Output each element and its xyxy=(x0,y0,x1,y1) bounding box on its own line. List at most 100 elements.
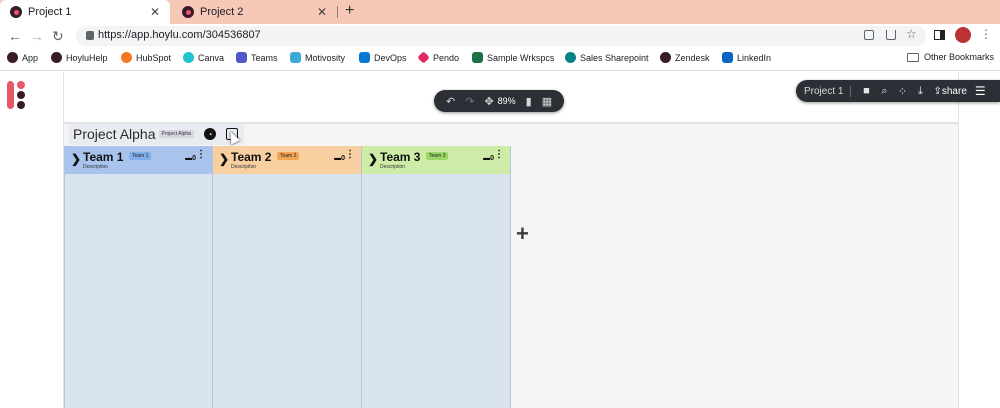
column-team-3[interactable]: ❯ Team 3 Team 3 Description ▬0 ⋮ xyxy=(362,146,511,408)
download-icon[interactable]: ⤓ xyxy=(911,85,929,98)
board-title[interactable]: Project Alpha xyxy=(73,126,156,142)
share-page-icon[interactable] xyxy=(886,30,896,40)
undo-icon[interactable]: ↶ xyxy=(446,95,455,108)
column-title[interactable]: Team 3 xyxy=(380,150,420,164)
bookmark-pendo[interactable]: Pendo xyxy=(417,51,459,64)
column-title[interactable]: Team 1 xyxy=(83,150,123,164)
column-tag: Team 1 xyxy=(129,152,152,160)
workspace-canvas[interactable]: ↶ ↷ ✥ 89% ▮ ▦ Project 1 ■ ⌕ ⁘ ⤓ ⇪share ☰… xyxy=(0,72,1000,408)
column-team-1[interactable]: ❯ Team 1 Team 1 Description ▬0 ⋮ xyxy=(64,146,213,408)
new-tab-button[interactable]: + xyxy=(345,2,354,20)
column-description[interactable]: Description xyxy=(231,164,256,170)
search-icon[interactable]: ⌕ xyxy=(875,85,893,98)
sharepoint-icon xyxy=(565,52,576,63)
column-menu-icon[interactable]: ⋮ xyxy=(345,150,355,160)
board-header[interactable]: Project Alpha Project Alpha ◔ xyxy=(69,123,244,145)
apps-icon[interactable]: ⁘ xyxy=(893,85,911,98)
bookmark-sales-sharepoint[interactable]: Sales Sharepoint xyxy=(565,52,649,63)
bookmark-hoyluhelp-icon xyxy=(51,52,62,63)
devops-icon xyxy=(359,52,370,63)
tab-strip: Project 1 ✕ Project 2 ✕ + xyxy=(0,0,1000,24)
folder-icon xyxy=(907,52,919,62)
bookmark-icon[interactable]: ▮ xyxy=(526,95,532,108)
logo-dot xyxy=(17,91,25,99)
motivosity-icon xyxy=(290,52,301,63)
chevron-right-icon[interactable]: ❯ xyxy=(71,152,81,166)
hoylu-favicon-icon xyxy=(182,6,194,18)
card-count: ▬0 xyxy=(483,155,494,162)
tab-separator xyxy=(337,6,338,18)
browser-toolbar: ← → ↻ https://app.hoylu.com/304536807 ☆ xyxy=(0,24,1000,48)
column-description[interactable]: Description xyxy=(380,164,405,170)
browser-menu-icon[interactable]: ⋮ xyxy=(980,27,992,41)
workspace-toolbar: Project 1 ■ ⌕ ⁘ ⤓ ⇪share ☰ xyxy=(796,80,1000,102)
lock-icon xyxy=(86,31,94,40)
bookmark-hoyluhelp[interactable]: HoyluHelp xyxy=(51,52,108,63)
column-header[interactable]: ❯ Team 3 Team 3 Description ▬0 ⋮ xyxy=(362,146,510,174)
column-menu-icon[interactable]: ⋮ xyxy=(494,150,504,160)
side-panel-icon[interactable] xyxy=(934,30,945,40)
install-app-icon[interactable] xyxy=(864,30,874,40)
move-icon[interactable]: ✥ xyxy=(484,95,493,108)
hubspot-icon xyxy=(121,52,132,63)
star-icon[interactable]: ☆ xyxy=(906,27,917,41)
bookmark-app[interactable]: App xyxy=(7,52,38,63)
board-columns: ❯ Team 1 Team 1 Description ▬0 ⋮ ❯ Team … xyxy=(64,146,512,408)
column-header[interactable]: ❯ Team 2 Team 2 Description ▬0 ⋮ xyxy=(213,146,361,174)
tab-close-icon[interactable]: ✕ xyxy=(317,5,327,19)
chevron-right-icon[interactable]: ❯ xyxy=(368,152,378,166)
tab-project-2[interactable]: Project 2 ✕ xyxy=(172,0,337,24)
bookmark-sample-wrkspcs[interactable]: Sample Wrkspcs xyxy=(472,52,554,63)
logo-bar xyxy=(7,81,14,109)
pendo-icon xyxy=(417,51,430,64)
card-count: ▬0 xyxy=(185,155,196,162)
bookmark-devops[interactable]: DevOps xyxy=(359,52,407,63)
canvas-toolbar: ↶ ↷ ✥ 89% ▮ ▦ xyxy=(434,90,564,112)
tab-project-1[interactable]: Project 1 ✕ xyxy=(0,0,170,24)
url-text[interactable]: https://app.hoylu.com/304536807 xyxy=(98,29,261,41)
excel-icon xyxy=(472,52,483,63)
bookmark-linkedin[interactable]: LinkedIn xyxy=(722,52,771,63)
add-column-button[interactable]: + xyxy=(516,223,529,245)
hoylu-logo-icon[interactable] xyxy=(7,81,37,111)
logo-dot xyxy=(17,101,25,109)
hoylu-favicon-icon xyxy=(10,6,22,18)
left-rail xyxy=(0,72,64,408)
bookmark-canva[interactable]: Canva xyxy=(183,52,224,63)
chevron-right-icon[interactable]: ❯ xyxy=(219,152,229,166)
grid-icon[interactable]: ▦ xyxy=(542,95,552,108)
column-team-2[interactable]: ❯ Team 2 Team 2 Description ▬0 ⋮ xyxy=(213,146,362,408)
bookmarks-bar: App HoyluHelp HubSpot Canva Teams Motivo… xyxy=(0,49,1000,71)
redo-icon[interactable]: ↷ xyxy=(465,95,474,108)
bookmark-hubspot[interactable]: HubSpot xyxy=(121,52,171,63)
workspace-title[interactable]: Project 1 xyxy=(804,85,852,97)
profile-avatar[interactable] xyxy=(955,27,971,43)
teams-icon xyxy=(236,52,247,63)
column-title[interactable]: Team 2 xyxy=(231,150,271,164)
share-button[interactable]: ⇪share xyxy=(933,86,966,97)
share-icon: ⇪ xyxy=(933,85,942,97)
bookmark-motivosity[interactable]: Motivosity xyxy=(290,52,345,63)
tab-title: Project 2 xyxy=(200,6,244,18)
forward-icon[interactable]: → xyxy=(30,28,44,44)
bookmark-teams[interactable]: Teams xyxy=(236,52,278,63)
column-description[interactable]: Description xyxy=(83,164,108,170)
column-header[interactable]: ❯ Team 1 Team 1 Description ▬0 ⋮ xyxy=(65,146,212,174)
tab-close-icon[interactable]: ✕ xyxy=(150,5,160,19)
bookmark-zendesk[interactable]: Zendesk xyxy=(660,52,710,63)
canva-icon xyxy=(183,52,194,63)
reload-icon[interactable]: ↻ xyxy=(52,28,64,45)
column-menu-icon[interactable]: ⋮ xyxy=(196,150,206,160)
column-tag: Team 3 xyxy=(426,152,449,160)
card-count: ▬0 xyxy=(334,155,345,162)
linkedin-icon xyxy=(722,52,733,63)
zoom-level[interactable]: 89% xyxy=(498,96,516,106)
address-bar[interactable]: https://app.hoylu.com/304536807 ☆ xyxy=(76,26,926,46)
logo-dot xyxy=(17,81,25,89)
tab-title: Project 1 xyxy=(28,6,72,18)
hamburger-menu-icon[interactable]: ☰ xyxy=(975,84,986,98)
back-icon[interactable]: ← xyxy=(8,28,22,44)
other-bookmarks[interactable]: Other Bookmarks xyxy=(907,52,994,62)
board-status-icon[interactable]: ◔ xyxy=(203,128,216,140)
video-icon[interactable]: ■ xyxy=(857,85,875,97)
